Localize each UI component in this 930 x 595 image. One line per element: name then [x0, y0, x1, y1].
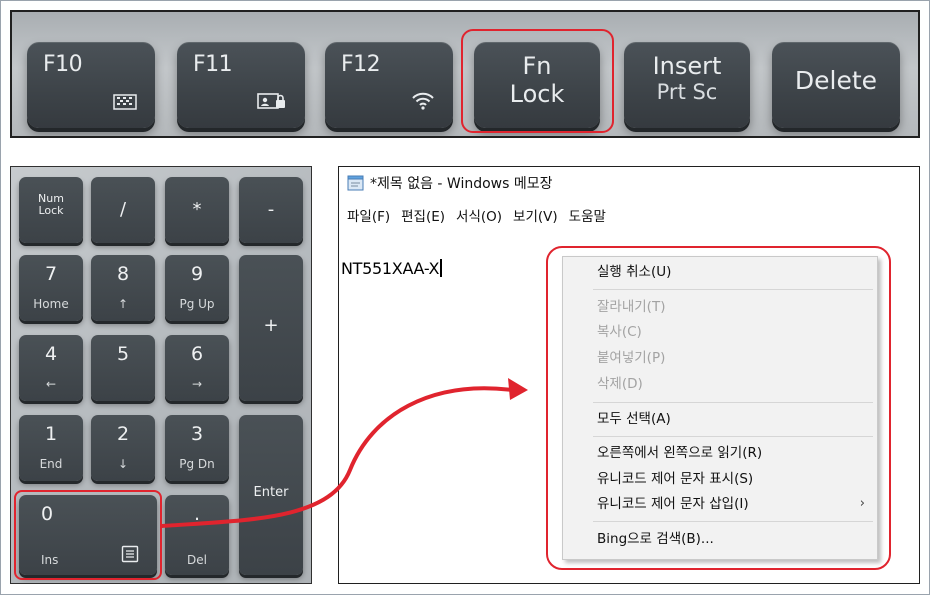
- menu-help[interactable]: 도움말: [569, 205, 606, 225]
- numpad-4-key[interactable]: 4 ←: [19, 335, 83, 401]
- numpad-2-key[interactable]: 2 ↓: [91, 415, 155, 481]
- f12-key[interactable]: F12: [325, 42, 453, 128]
- numpad-dot-key[interactable]: . Del: [165, 495, 229, 575]
- k3-label: 3: [190, 423, 204, 445]
- notepad-text-area[interactable]: NT551XAA-X: [341, 259, 442, 278]
- menu-item-show-unicode[interactable]: 유니코드 제어 문자 표시(S): [597, 469, 753, 489]
- pgup-label: Pg Up: [179, 297, 215, 311]
- k4-label: 4: [44, 343, 58, 365]
- k5-label: 5: [116, 343, 130, 365]
- menu-item-select-all[interactable]: 모두 선택(A): [597, 409, 671, 429]
- plus-key[interactable]: +: [239, 255, 303, 401]
- f10-label: F10: [43, 52, 83, 77]
- menu-item-cut[interactable]: 잘라내기(T): [597, 297, 665, 317]
- numpad-3-key[interactable]: 3 Pg Dn: [165, 415, 229, 481]
- insert-key[interactable]: Insert Prt Sc: [624, 42, 750, 128]
- numlock-label-line2: Lock: [38, 204, 64, 217]
- menu-view[interactable]: 보기(V): [513, 205, 558, 225]
- asterisk-label: *: [192, 199, 202, 220]
- notepad-title: *제목 없음 - Windows 메모장: [370, 176, 553, 192]
- k1-label: 1: [44, 423, 58, 445]
- f11-key[interactable]: F11: [177, 42, 305, 128]
- notepad-app-icon: [347, 175, 365, 191]
- pgdn-label: Pg Dn: [179, 457, 215, 471]
- right-arrow-label: →: [191, 377, 203, 391]
- dot-label: .: [193, 503, 201, 525]
- enter-label: Enter: [253, 485, 289, 500]
- context-menu: 실행 취소(U) 잘라내기(T) 복사(C) 붙여넣기(P) 삭제(D) 모두 …: [562, 256, 878, 560]
- f12-label: F12: [341, 52, 381, 77]
- k2-label: 2: [116, 423, 130, 445]
- menu-separator: [593, 289, 873, 290]
- menu-item-undo[interactable]: 실행 취소(U): [597, 262, 671, 282]
- notepad-titlebar: *제목 없음 - Windows 메모장: [347, 173, 553, 193]
- left-arrow-label: ←: [45, 377, 57, 391]
- wifi-icon: [411, 92, 435, 114]
- minus-key[interactable]: -: [239, 177, 303, 243]
- delete-key[interactable]: Delete: [772, 42, 900, 128]
- asterisk-key[interactable]: *: [165, 177, 229, 243]
- menu-item-insert-unicode[interactable]: 유니코드 제어 문자 삽입(I): [597, 494, 749, 514]
- menu-item-paste[interactable]: 붙여넣기(P): [597, 348, 665, 368]
- down-arrow-label: ↓: [117, 457, 129, 471]
- zero-key-highlight: [14, 490, 162, 580]
- k9-label: 9: [190, 263, 204, 285]
- submenu-arrow-icon: ›: [859, 496, 865, 511]
- menu-item-bing-search[interactable]: Bing으로 검색(B)...: [597, 529, 714, 549]
- fn-lock-highlight: [461, 29, 614, 133]
- menu-item-rtl-reading[interactable]: 오른쪽에서 왼쪽으로 읽기(R): [597, 443, 762, 463]
- f11-label: F11: [193, 52, 233, 77]
- delete-label: Delete: [794, 66, 878, 95]
- enter-key[interactable]: Enter: [239, 415, 303, 575]
- slash-key[interactable]: /: [91, 177, 155, 243]
- numpad-6-key[interactable]: 6 →: [165, 335, 229, 401]
- k6-label: 6: [190, 343, 204, 365]
- up-arrow-label: ↑: [117, 297, 129, 311]
- menu-item-delete[interactable]: 삭제(D): [597, 374, 643, 394]
- numpad-photo: Num Lock / * - 7 Home 8 ↑ 9 Pg Up + 4 ← …: [10, 166, 312, 584]
- lock-screen-icon: [257, 92, 287, 114]
- k7-label: 7: [44, 263, 58, 285]
- touchpad-icon: [113, 94, 137, 114]
- top-keyboard-photo: F10 F11 F12 Fn Lock Insert Prt Sc Delete: [10, 10, 920, 138]
- insert-label: Insert: [652, 52, 722, 80]
- menu-edit[interactable]: 편집(E): [401, 205, 445, 225]
- home-label: Home: [33, 297, 69, 311]
- numpad-9-key[interactable]: 9 Pg Up: [165, 255, 229, 321]
- numpad-1-key[interactable]: 1 End: [19, 415, 83, 481]
- del-label: Del: [187, 553, 207, 567]
- notepad-text: NT551XAA-X: [341, 259, 440, 278]
- f10-key[interactable]: F10: [27, 42, 155, 128]
- k8-label: 8: [116, 263, 130, 285]
- notepad-menubar: 파일(F) 편집(E) 서식(O) 보기(V) 도움말: [347, 205, 606, 225]
- minus-label: -: [267, 199, 275, 220]
- menu-separator: [593, 402, 873, 403]
- menu-format[interactable]: 서식(O): [456, 205, 502, 225]
- numpad-7-key[interactable]: 7 Home: [19, 255, 83, 321]
- plus-label: +: [263, 315, 279, 336]
- prtsc-label: Prt Sc: [656, 80, 718, 104]
- slash-label: /: [119, 199, 127, 220]
- menu-file[interactable]: 파일(F): [347, 205, 390, 225]
- numpad-5-key[interactable]: 5: [91, 335, 155, 401]
- numlock-key[interactable]: Num Lock: [19, 177, 83, 243]
- menu-separator: [593, 436, 873, 437]
- numpad-8-key[interactable]: 8 ↑: [91, 255, 155, 321]
- menu-item-copy[interactable]: 복사(C): [597, 322, 642, 342]
- menu-separator: [593, 521, 873, 522]
- text-caret: [440, 259, 442, 277]
- end-label: End: [39, 457, 63, 471]
